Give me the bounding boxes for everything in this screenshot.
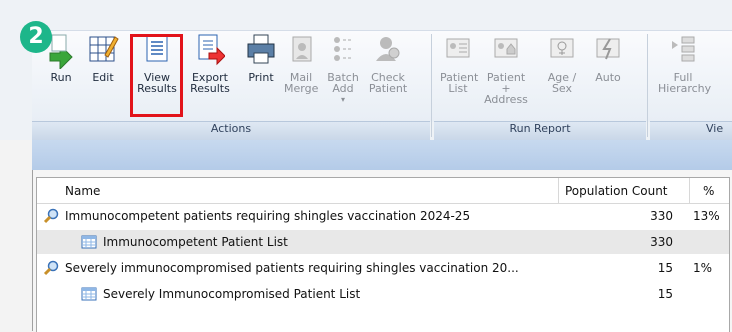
view-group-label: Vie (706, 122, 724, 135)
printer-icon (247, 34, 275, 64)
mail-merge-icon (292, 36, 312, 62)
table-icon (81, 287, 97, 301)
view-results-highlight (130, 34, 183, 117)
table-icon (81, 235, 97, 249)
row-name: Immunocompetent patients requiring shing… (65, 209, 471, 223)
actions-group-label: Actions (210, 122, 252, 135)
row-name: Severely immunocompromised patients requ… (65, 261, 519, 275)
table-row[interactable]: Immunocompetent Patient List 330 (37, 230, 729, 254)
edit-label: Edit (92, 71, 114, 84)
run-label: Run (50, 71, 72, 84)
print-label: Print (248, 71, 274, 84)
search-icon (43, 260, 59, 276)
edit-button[interactable]: Edit (86, 33, 120, 83)
row-count: 330 (650, 235, 673, 249)
table-header: Name Population Count % (37, 178, 729, 204)
export-results-label: Export Results (190, 71, 230, 95)
table-row[interactable]: Severely immunocompromised patients requ… (37, 256, 729, 280)
batch-add-button[interactable]: Batch Add ▾ (326, 33, 360, 105)
patient-list-label: Patient List (440, 71, 479, 95)
edit-icon (89, 36, 119, 62)
hierarchy-icon (672, 36, 695, 62)
batch-add-dropdown-icon: ▾ (340, 95, 345, 104)
patient-list-icon (446, 38, 470, 58)
patient-address-icon (494, 38, 518, 58)
auto-button[interactable]: Auto (592, 33, 624, 83)
export-icon (198, 34, 225, 66)
run-report-group-label: Run Report (509, 122, 571, 135)
check-patient-label: Check Patient (368, 71, 408, 95)
row-count: 15 (657, 287, 673, 301)
step-badge: 2 (20, 21, 52, 53)
group-separator (431, 34, 432, 137)
mail-merge-label: Mail Merge (284, 71, 319, 95)
full-hierarchy-button[interactable]: Full Hierarchy (658, 33, 712, 95)
batch-add-icon (334, 37, 353, 61)
name-column-header[interactable]: Name (65, 184, 100, 198)
row-percent: 13% (693, 209, 720, 223)
table-row[interactable]: Severely Immunocompromised Patient List … (37, 282, 729, 306)
auto-label: Auto (595, 71, 621, 84)
mail-merge-button[interactable]: Mail Merge (284, 33, 318, 94)
group-separator (647, 34, 648, 137)
column-separator (558, 178, 559, 203)
column-separator (689, 178, 690, 203)
check-patient-button[interactable]: Check Patient (368, 33, 408, 94)
row-name: Severely Immunocompromised Patient List (103, 287, 361, 301)
age-sex-button[interactable]: Age / Sex (544, 33, 580, 94)
patient-list-button[interactable]: Patient List (440, 33, 479, 95)
results-table: Name Population Count % Immunocompetent … (36, 177, 730, 332)
row-percent: 1% (693, 261, 713, 275)
patient-address-label: Patient + Address (484, 71, 528, 106)
population-count-column-header[interactable]: Population Count (565, 184, 668, 198)
check-patient-icon (376, 37, 400, 61)
blue-strip (32, 140, 732, 170)
print-button[interactable]: Print (244, 33, 278, 83)
row-count: 330 (650, 209, 673, 223)
patient-address-button[interactable]: Patient + Address (481, 33, 531, 105)
batch-add-label: Batch Add (327, 71, 359, 95)
age-sex-label: Age / Sex (547, 71, 577, 95)
auto-icon (596, 38, 620, 60)
table-row[interactable]: Immunocompetent patients requiring shing… (37, 204, 729, 228)
row-name: Immunocompetent Patient List (103, 235, 288, 249)
export-results-button[interactable]: Export Results (190, 33, 230, 94)
full-hierarchy-label: Full Hierarchy (658, 71, 712, 95)
row-count: 15 (657, 261, 673, 275)
search-icon (43, 208, 59, 224)
percent-column-header[interactable]: % (703, 184, 714, 198)
age-sex-icon (550, 38, 574, 58)
